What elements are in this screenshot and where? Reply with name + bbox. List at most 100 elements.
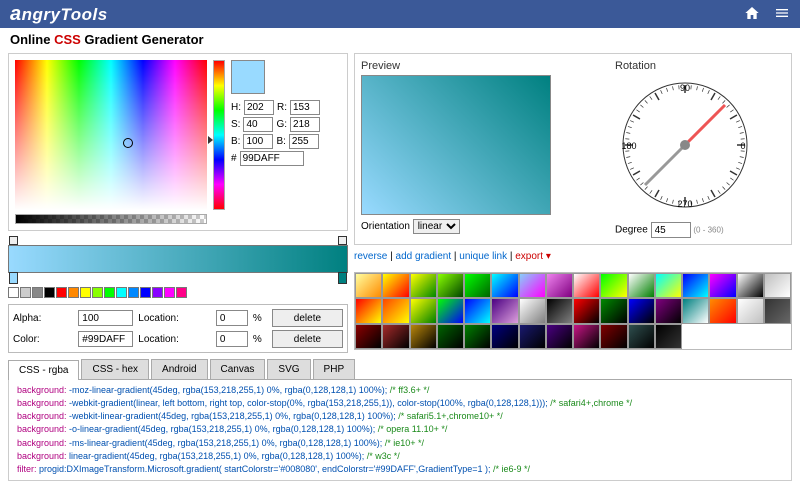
bl-input[interactable] — [289, 134, 319, 149]
tab-css-rgba[interactable]: CSS - rgba — [8, 360, 79, 380]
location-input[interactable] — [216, 310, 248, 326]
tab-canvas[interactable]: Canvas — [210, 359, 266, 379]
delete-button[interactable]: delete — [272, 309, 343, 327]
preset-swatch[interactable] — [600, 273, 627, 298]
swatch[interactable] — [152, 287, 163, 298]
preset-swatch[interactable] — [737, 298, 764, 323]
preset-swatch[interactable] — [464, 324, 491, 349]
color-stop[interactable] — [9, 272, 18, 284]
preset-swatch[interactable] — [382, 324, 409, 349]
preset-swatch[interactable] — [546, 298, 573, 323]
swatch[interactable] — [44, 287, 55, 298]
alpha-input[interactable] — [78, 310, 133, 326]
preset-swatch[interactable] — [764, 273, 791, 298]
preset-swatch[interactable] — [709, 298, 736, 323]
preset-swatch[interactable] — [573, 324, 600, 349]
swatch[interactable] — [80, 287, 91, 298]
swatch[interactable] — [140, 287, 151, 298]
preset-swatch[interactable] — [355, 324, 382, 349]
preset-swatch[interactable] — [464, 273, 491, 298]
preset-swatch[interactable] — [573, 273, 600, 298]
swatch[interactable] — [104, 287, 115, 298]
s-input[interactable] — [243, 117, 273, 132]
reverse-link[interactable]: reverse — [354, 251, 387, 262]
delete-button[interactable]: delete — [272, 330, 343, 348]
preset-swatch[interactable] — [546, 273, 573, 298]
preset-swatch[interactable] — [519, 298, 546, 323]
swatch[interactable] — [176, 287, 187, 298]
swatch[interactable] — [116, 287, 127, 298]
opacity-stop[interactable] — [338, 236, 347, 245]
alpha-slider[interactable] — [15, 214, 207, 224]
h-input[interactable] — [244, 100, 274, 115]
color-stop[interactable] — [338, 272, 347, 284]
preset-swatch[interactable] — [382, 273, 409, 298]
preset-swatch[interactable] — [682, 298, 709, 323]
preset-swatch[interactable] — [764, 324, 791, 349]
preset-swatch[interactable] — [437, 324, 464, 349]
preset-swatch[interactable] — [382, 298, 409, 323]
degree-input[interactable] — [651, 222, 691, 238]
preset-swatch[interactable] — [600, 298, 627, 323]
preset-swatch[interactable] — [655, 273, 682, 298]
preset-swatch[interactable] — [573, 298, 600, 323]
color-input[interactable] — [78, 331, 133, 347]
add-gradient-link[interactable]: add gradient — [396, 251, 452, 262]
swatch[interactable] — [164, 287, 175, 298]
menu-icon[interactable] — [774, 5, 790, 24]
unique-link[interactable]: unique link — [459, 251, 507, 262]
swatch[interactable] — [32, 287, 43, 298]
preset-swatch[interactable] — [655, 298, 682, 323]
preset-swatch[interactable] — [355, 273, 382, 298]
swatch[interactable] — [56, 287, 67, 298]
preset-swatch[interactable] — [628, 273, 655, 298]
preset-swatch[interactable] — [709, 324, 736, 349]
r-input[interactable] — [290, 100, 320, 115]
preset-swatch[interactable] — [410, 298, 437, 323]
opacity-stop[interactable] — [9, 236, 18, 245]
preset-swatch[interactable] — [491, 298, 518, 323]
preset-swatch[interactable] — [410, 273, 437, 298]
preset-swatch[interactable] — [437, 273, 464, 298]
swatch[interactable] — [68, 287, 79, 298]
g-input[interactable] — [290, 117, 320, 132]
preset-swatch[interactable] — [682, 273, 709, 298]
preset-swatch[interactable] — [491, 324, 518, 349]
preset-swatch[interactable] — [737, 273, 764, 298]
color-cursor[interactable] — [123, 138, 133, 148]
preset-swatch[interactable] — [519, 324, 546, 349]
preset-swatch[interactable] — [600, 324, 627, 349]
preset-swatch[interactable] — [410, 324, 437, 349]
tab-svg[interactable]: SVG — [267, 359, 310, 379]
color-field[interactable] — [15, 60, 207, 210]
tab-android[interactable]: Android — [151, 359, 207, 379]
location-input[interactable] — [216, 331, 248, 347]
swatch[interactable] — [92, 287, 103, 298]
tab-php[interactable]: PHP — [313, 359, 356, 379]
preset-swatch[interactable] — [655, 324, 682, 349]
preset-swatch[interactable] — [682, 324, 709, 349]
b-input[interactable] — [243, 134, 273, 149]
swatch[interactable] — [8, 287, 19, 298]
hue-handle[interactable] — [208, 136, 213, 144]
orientation-select[interactable]: linear — [413, 219, 460, 234]
preset-swatch[interactable] — [437, 298, 464, 323]
preset-swatch[interactable] — [355, 298, 382, 323]
preset-swatch[interactable] — [628, 324, 655, 349]
preset-swatch[interactable] — [764, 298, 791, 323]
code-output[interactable]: background: -moz-linear-gradient(45deg, … — [8, 380, 792, 481]
export-link[interactable]: export ▾ — [515, 251, 551, 262]
swatch[interactable] — [20, 287, 31, 298]
swatch[interactable] — [128, 287, 139, 298]
preset-swatch[interactable] — [546, 324, 573, 349]
preset-swatch[interactable] — [519, 273, 546, 298]
home-icon[interactable] — [744, 5, 760, 24]
preset-swatch[interactable] — [628, 298, 655, 323]
hex-input[interactable] — [240, 151, 304, 166]
preset-swatch[interactable] — [709, 273, 736, 298]
rotation-dial[interactable]: 90 0 270 180 — [615, 75, 755, 215]
hue-slider[interactable] — [213, 60, 225, 210]
brand-logo[interactable]: angryTools — [10, 3, 108, 26]
preset-swatch[interactable] — [464, 298, 491, 323]
preset-swatch[interactable] — [737, 324, 764, 349]
